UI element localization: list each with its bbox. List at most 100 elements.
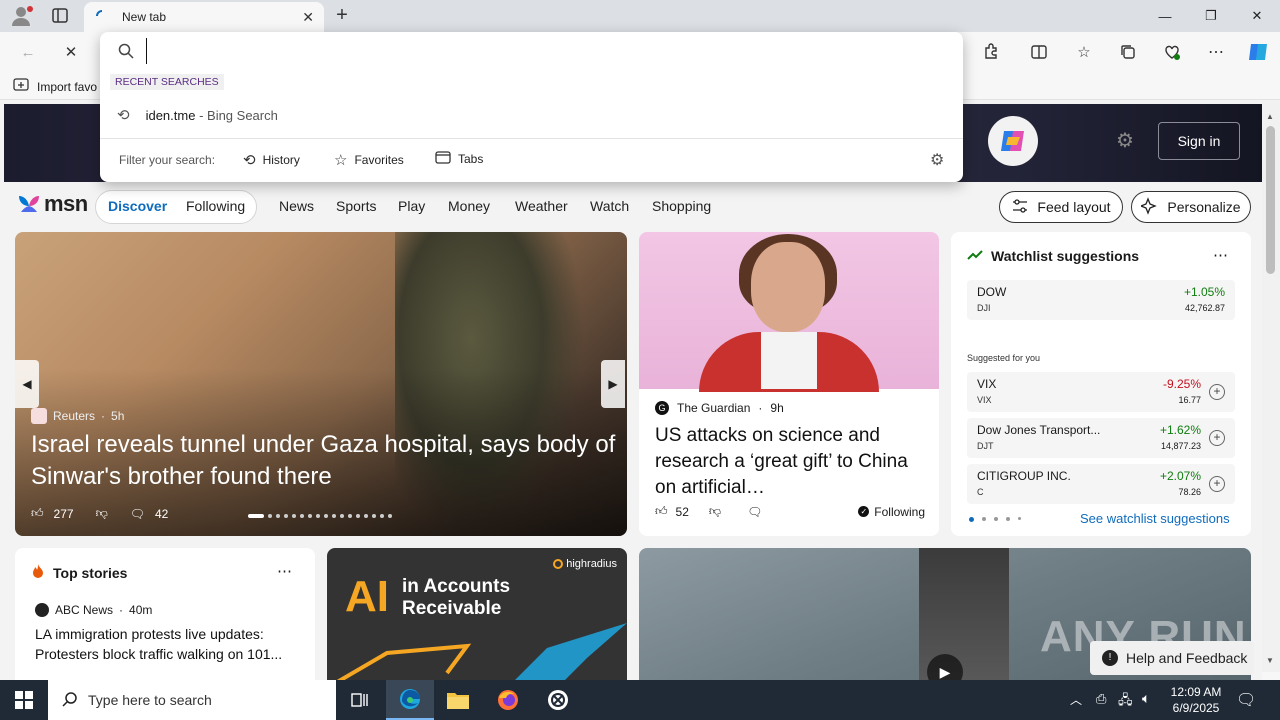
firefox-icon[interactable] <box>484 680 532 720</box>
close-window-button[interactable]: ✕ <box>1234 0 1280 32</box>
hero-carousel-card[interactable]: ◀ ▶ Reuters · 5h Israel reveals tunnel u… <box>15 232 627 536</box>
import-favorites-link[interactable]: Import favo <box>13 78 97 95</box>
add-citigroup-button[interactable]: + <box>1209 476 1225 492</box>
help-feedback-button[interactable]: ! Help and Feedback <box>1090 641 1254 675</box>
add-vix-button[interactable]: + <box>1209 384 1225 400</box>
like-icon[interactable]: 👍︎ <box>31 506 44 521</box>
like-count: 277 <box>53 506 74 521</box>
address-input[interactable] <box>146 38 946 64</box>
stock-change: +1.05% <box>1183 285 1225 299</box>
nav-shopping[interactable]: Shopping <box>652 198 711 214</box>
filter-favorites-button[interactable]: ☆ Favorites <box>334 151 404 169</box>
watchlist-page-dots[interactable] <box>969 517 1021 522</box>
carousel-next-button[interactable]: ▶ <box>601 360 625 408</box>
stock-row-vix[interactable]: VIX VIX -9.25% 16.77 <box>967 372 1235 412</box>
personalize-button[interactable]: Personalize <box>1131 191 1251 223</box>
see-watchlist-link[interactable]: See watchlist suggestions <box>1080 511 1230 526</box>
profile-icon[interactable] <box>10 5 34 27</box>
carousel-dots[interactable] <box>248 514 392 518</box>
nav-sports[interactable]: Sports <box>336 198 376 214</box>
extensions-icon[interactable] <box>976 38 1006 66</box>
anyrun-app-icon[interactable] <box>534 680 582 720</box>
network-icon[interactable]: 🖧︎ <box>1118 691 1133 713</box>
suggested-label: Suggested for you <box>967 353 1041 363</box>
copilot-banner-button[interactable] <box>988 116 1038 166</box>
nav-money[interactable]: Money <box>448 198 490 214</box>
stock-symbol: DJI <box>977 303 991 313</box>
history-icon: ⟲ <box>243 152 256 169</box>
guardian-headline[interactable]: US attacks on science and research a ‘gr… <box>655 423 927 501</box>
taskbar-clock[interactable]: 12:09 AM 6/9/2025 <box>1168 684 1224 716</box>
collections-icon[interactable] <box>1113 38 1143 66</box>
personalize-label: Personalize <box>1167 199 1241 215</box>
stock-name: VIX <box>977 377 997 391</box>
carousel-prev-button[interactable]: ◀ <box>15 360 39 408</box>
tab-discover[interactable]: Discover <box>108 198 167 214</box>
ad-graphic <box>336 623 627 680</box>
close-tab-icon[interactable]: ✕ <box>302 9 314 26</box>
following-badge[interactable]: ✓ Following <box>858 505 925 519</box>
taskbar-search-box[interactable]: Type here to search <box>48 680 336 720</box>
feedback-icon: ! <box>1102 650 1118 666</box>
stock-row-citigroup[interactable]: CITIGROUP INC. C +2.07% 78.26 <box>967 464 1235 504</box>
add-djt-button[interactable]: + <box>1209 430 1225 446</box>
settings-gear-icon[interactable]: ⚙ <box>1116 128 1134 153</box>
show-hidden-icons-chevron[interactable]: ︿ <box>1070 691 1082 708</box>
edge-taskbar-icon[interactable] <box>386 680 434 720</box>
watchlist-more-icon[interactable]: ⋯ <box>1213 246 1228 264</box>
scroll-down-icon[interactable]: ▼ <box>1266 656 1274 665</box>
more-options-icon[interactable]: ⋯ <box>1201 38 1231 66</box>
device-icon[interactable]: ⎙ <box>1096 691 1106 707</box>
msn-logo[interactable]: msn <box>16 191 88 217</box>
top-stories-more-icon[interactable]: ⋯ <box>277 562 292 580</box>
guardian-logo-icon: G <box>655 401 669 415</box>
restore-button[interactable]: ❐ <box>1188 0 1234 32</box>
dislike-icon[interactable]: 👎︎ <box>709 504 721 519</box>
filter-history-button[interactable]: ⟲ History <box>243 151 300 169</box>
volume-icon[interactable]: 🔈︎ <box>1142 690 1150 707</box>
new-tab-button[interactable]: + <box>332 5 352 27</box>
scroll-thumb[interactable] <box>1266 126 1275 274</box>
notifications-icon[interactable]: 🗨︎ <box>1236 690 1256 710</box>
history-clock-icon: ⟲ <box>117 107 130 124</box>
ad-card[interactable]: highradius AI in Accounts Receivable <box>327 548 627 680</box>
top-story-headline[interactable]: LA immigration protests live updates: Pr… <box>35 624 301 664</box>
msn-wordmark: msn <box>44 191 88 216</box>
tab-following[interactable]: Following <box>186 198 245 214</box>
tab-new-tab[interactable]: New tab ✕ <box>84 2 324 32</box>
comment-icon[interactable]: 🗨︎ <box>130 507 145 521</box>
stock-row-djt[interactable]: Dow Jones Transport... DJT +1.62% 14,877… <box>967 418 1235 458</box>
sign-in-button[interactable]: Sign in <box>1158 122 1240 160</box>
feed-layout-button[interactable]: Feed layout <box>999 191 1123 223</box>
split-screen-icon[interactable] <box>1024 38 1054 66</box>
like-icon[interactable]: 👍︎ <box>655 504 668 519</box>
nav-play[interactable]: Play <box>398 198 425 214</box>
windows-start-icon[interactable] <box>0 680 48 720</box>
task-view-icon[interactable] <box>336 680 384 720</box>
scroll-up-icon[interactable]: ▲ <box>1266 112 1274 121</box>
nav-news[interactable]: News <box>279 198 314 214</box>
favorites-star-icon[interactable]: ☆ <box>1069 38 1099 66</box>
taskbar-search-placeholder: Type here to search <box>88 692 212 708</box>
tab-actions-icon[interactable] <box>50 7 70 25</box>
nav-weather[interactable]: Weather <box>515 198 568 214</box>
msn-page: ⚙ Sign in msn Discover Following News Sp… <box>0 100 1262 680</box>
stock-symbol: C <box>977 487 984 497</box>
dislike-icon[interactable]: 👎︎ <box>96 506 108 521</box>
nav-watch[interactable]: Watch <box>590 198 629 214</box>
filter-tabs-button[interactable]: Tabs <box>435 151 483 167</box>
filter-tabs-label: Tabs <box>458 152 484 166</box>
file-explorer-icon[interactable] <box>434 680 482 720</box>
copilot-icon[interactable] <box>1243 38 1273 66</box>
stock-row-dow[interactable]: DOW DJI +1.05% 42,762.87 <box>967 280 1235 320</box>
comment-off-icon[interactable]: 🗨︎ <box>747 505 762 519</box>
guardian-article-card[interactable]: G The Guardian · 9h US attacks on scienc… <box>639 232 939 536</box>
recent-search-item[interactable]: ⟲ iden.tme - Bing Search <box>100 102 963 128</box>
search-settings-gear-icon[interactable]: ⚙ <box>930 150 944 170</box>
stop-loading-icon[interactable]: ✕ <box>56 38 86 66</box>
browser-essentials-icon[interactable] <box>1157 38 1187 66</box>
minimize-button[interactable]: — <box>1142 0 1188 32</box>
hero-headline[interactable]: Israel reveals tunnel under Gaza hospita… <box>31 429 621 493</box>
page-scrollbar[interactable]: ▲ ▼ <box>1262 100 1280 672</box>
back-icon[interactable]: ← <box>13 38 43 66</box>
